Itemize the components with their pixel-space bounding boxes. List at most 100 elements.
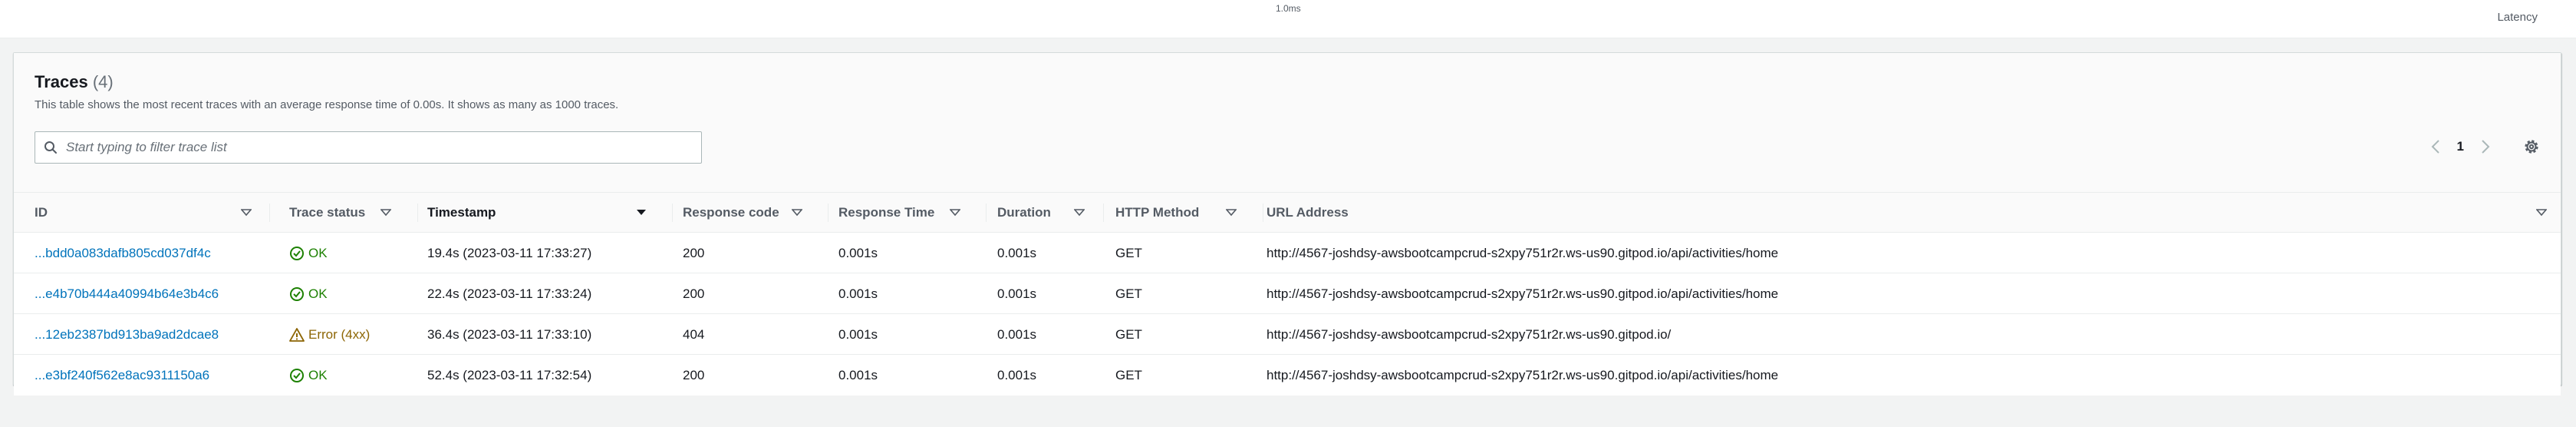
response-time-cell: 0.001s [838,367,878,382]
chart-tick-label: 1.0ms [1276,3,1301,14]
http-method-cell: GET [1115,286,1142,301]
caret-down-icon [792,209,802,217]
trace-id-link[interactable]: ...12eb2387bd913ba9ad2dcae8 [35,327,219,343]
sort-caret-trace-status[interactable] [380,193,391,233]
column-header-http-method[interactable]: HTTP Method [1115,193,1199,233]
column-separator [1103,204,1104,222]
duration-cell: 0.001s [997,367,1037,382]
response-time-cell: 0.001s [838,326,878,342]
trace-status-label: Error (4xx) [308,326,371,342]
column-header-timestamp[interactable]: Timestamp [427,193,496,233]
trace-status: OK [289,368,328,383]
url-cell: http://4567-joshdsy-awsbootcampcrud-s2xp… [1267,245,1779,260]
panel-header: Traces (4) This table shows the most rec… [14,53,2561,193]
timestamp-cell: 52.4s (2023-03-11 17:32:54) [427,367,592,382]
trace-filter-input[interactable] [66,132,701,163]
column-label: HTTP Method [1115,205,1200,220]
chevron-left-icon [2431,139,2440,154]
sort-caret-response-time[interactable] [950,193,960,233]
prev-page-button[interactable] [2426,133,2445,161]
duration-cell: 0.001s [997,286,1037,301]
sort-caret-response-code[interactable] [792,193,802,233]
traces-panel: Traces (4) This table shows the most rec… [13,52,2561,396]
sort-caret-duration[interactable] [1074,193,1085,233]
response-code-cell: 200 [683,367,705,382]
table-row: ...e3bf240f562e8ac9311150a6 OK 52.4s (20… [14,355,2561,396]
response-code-cell: 200 [683,286,705,301]
trace-status: OK [289,246,328,261]
caret-down-icon [241,209,252,217]
column-header-trace-status[interactable]: Trace status [289,193,365,233]
trace-status-label: OK [308,286,328,301]
http-method-cell: GET [1115,245,1142,260]
column-label: URL Address [1267,205,1349,220]
column-header-response-time[interactable]: Response Time [838,193,934,233]
column-header-response-code[interactable]: Response code [683,193,779,233]
url-cell: http://4567-joshdsy-awsbootcampcrud-s2xp… [1267,367,1779,382]
caret-down-icon [950,209,960,217]
duration-cell: 0.001s [997,326,1037,342]
table-row: ...12eb2387bd913ba9ad2dcae8 Error (4xx) … [14,314,2561,355]
panel-title: Traces (4) [35,72,114,92]
column-label: Response code [683,205,779,220]
column-label: Trace status [289,205,366,220]
chevron-right-icon [2481,139,2490,154]
trace-id-link[interactable]: ...e3bf240f562e8ac9311150a6 [35,368,209,383]
timestamp-cell: 22.4s (2023-03-11 17:33:24) [427,286,592,301]
traces-table: ID Trace status Timestamp Response code … [14,193,2561,396]
page-number[interactable]: 1 [2457,139,2464,154]
trace-filter-box [35,131,702,164]
pagination: 1 [2426,133,2495,161]
caret-down-filled-icon [636,209,647,217]
column-header-duration[interactable]: Duration [997,193,1051,233]
table-row: ...e4b70b444a40994b64e3b4c6 OK 22.4s (20… [14,273,2561,314]
trace-status: Error (4xx) [289,327,370,343]
gear-icon [2522,137,2541,156]
response-time-cell: 0.001s [838,286,878,301]
column-header-url-address[interactable]: URL Address [1267,193,1349,233]
caret-down-icon [380,209,391,217]
trace-count: (4) [92,72,114,91]
table-settings-button[interactable] [2521,136,2542,157]
timestamp-cell: 19.4s (2023-03-11 17:33:27) [427,245,592,260]
check-circle-icon [289,368,305,383]
table-header-row: ID Trace status Timestamp Response code … [14,193,2561,233]
warning-icon [289,327,305,343]
http-method-cell: GET [1115,367,1142,382]
column-separator [986,204,987,222]
column-header-id[interactable]: ID [35,193,48,233]
column-label: Response Time [838,205,935,220]
column-label: ID [35,205,48,220]
url-cell: http://4567-joshdsy-awsbootcampcrud-s2xp… [1267,326,1672,342]
trace-status-label: OK [308,245,328,260]
column-separator [269,204,270,222]
check-circle-icon [289,246,305,261]
next-page-button[interactable] [2476,133,2495,161]
response-time-cell: 0.001s [838,245,878,260]
trace-id-link[interactable]: ...e4b70b444a40994b64e3b4c6 [35,286,219,302]
sort-caret-id[interactable] [241,193,252,233]
http-method-cell: GET [1115,326,1142,342]
duration-cell: 0.001s [997,245,1037,260]
panel-title-text: Traces [35,72,88,91]
panel-description: This table shows the most recent traces … [35,98,619,111]
sort-caret-timestamp[interactable] [636,193,647,233]
sort-caret-url-address[interactable] [2536,193,2547,233]
caret-down-icon [1074,209,1085,217]
trace-status-label: OK [308,367,328,382]
caret-down-icon [1226,209,1237,217]
check-circle-icon [289,286,305,302]
column-separator [417,204,418,222]
column-separator [672,204,673,222]
column-label: Timestamp [427,205,496,220]
response-code-cell: 404 [683,326,705,342]
timestamp-cell: 36.4s (2023-03-11 17:33:10) [427,326,592,342]
url-cell: http://4567-joshdsy-awsbootcampcrud-s2xp… [1267,286,1779,301]
trace-id-link[interactable]: ...bdd0a083dafb805cd037df4c [35,246,211,261]
latency-chart-strip: 1.0ms Latency [0,0,2576,38]
response-code-cell: 200 [683,245,705,260]
chart-axis-label: Latency [2497,11,2538,24]
search-icon [35,141,66,154]
sort-caret-http-method[interactable] [1226,193,1237,233]
column-label: Duration [997,205,1051,220]
